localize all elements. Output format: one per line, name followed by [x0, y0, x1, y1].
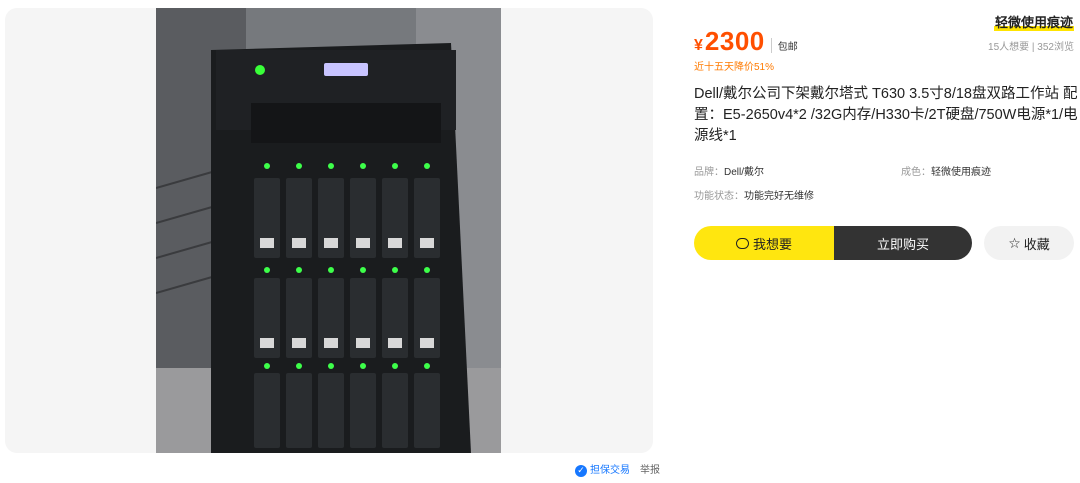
want-button[interactable]: 我想要 [694, 226, 834, 260]
guarantee-link[interactable]: ✓ 担保交易 [575, 461, 630, 477]
currency-symbol: ¥ [694, 37, 703, 54]
attr-brand-value: Dell/戴尔 [724, 167, 765, 178]
chat-icon [735, 237, 749, 249]
product-info-panel: ¥ 2300 包邮 近十五天降价51% 轻微使用痕迹 15人想要 | 352浏览… [694, 0, 1080, 483]
buy-now-button[interactable]: 立即购买 [834, 226, 972, 260]
attr-function: 功能状态：功能完好无维修 [694, 187, 814, 202]
product-photo[interactable] [156, 8, 501, 453]
shipping-tag: 包邮 [770, 38, 798, 53]
condition-badge: 轻微使用痕迹 [993, 12, 1074, 31]
price-value: 2300 [704, 26, 765, 56]
attr-condition-value: 轻微使用痕迹 [931, 167, 991, 178]
attr-brand: 品牌：Dell/戴尔 [694, 163, 764, 178]
favorite-label: 收藏 [1023, 236, 1050, 252]
attr-condition-label: 成色： [901, 167, 931, 178]
attr-function-value: 功能完好无维修 [744, 191, 814, 202]
price-drop-note: 近十五天降价51% [694, 62, 775, 73]
action-buttons: 我想要 立即购买 [694, 226, 972, 260]
want-label: 我想要 [752, 236, 792, 252]
attr-condition: 成色：轻微使用痕迹 [901, 163, 991, 178]
report-link[interactable]: 举报 [640, 461, 660, 476]
product-title: Dell/戴尔公司下架戴尔塔式 T630 3.5寸8/18盘双路工作站 配置：E… [694, 86, 1078, 144]
shield-icon: ✓ [575, 464, 587, 477]
product-image-gallery[interactable] [5, 8, 653, 453]
star-icon: ☆ [1008, 234, 1021, 251]
guarantee-label: 担保交易 [590, 465, 630, 476]
attr-brand-label: 品牌： [694, 167, 724, 178]
favorite-button[interactable]: ☆ 收藏 [984, 226, 1074, 260]
footer-links: ✓ 担保交易 举报 [575, 461, 660, 477]
price-row: ¥ 2300 包邮 [694, 26, 798, 57]
buy-label: 立即购买 [876, 236, 929, 252]
attr-function-label: 功能状态： [694, 191, 744, 202]
view-stats: 15人想要 | 352浏览 [988, 42, 1074, 53]
